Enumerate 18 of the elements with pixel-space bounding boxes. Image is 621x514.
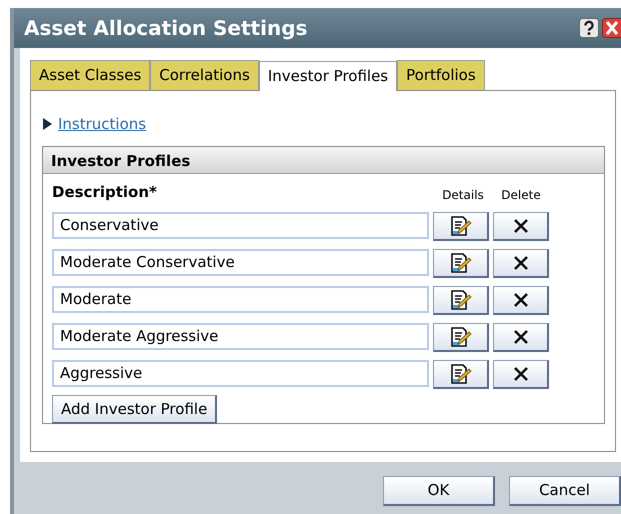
ok-button[interactable]: OK bbox=[383, 476, 495, 506]
description-field[interactable]: Moderate bbox=[52, 286, 429, 312]
description-field[interactable]: Conservative bbox=[52, 212, 429, 238]
description-field[interactable]: Aggressive bbox=[52, 360, 429, 386]
description-label: Description* bbox=[52, 182, 158, 203]
group-title: Investor Profiles bbox=[51, 152, 190, 170]
instructions-link[interactable]: Instructions bbox=[58, 113, 146, 136]
description-field[interactable]: Moderate Conservative bbox=[52, 248, 429, 276]
add-investor-profile-button[interactable]: Add Investor Profile bbox=[52, 394, 218, 424]
tab[interactable]: Correlations bbox=[150, 60, 259, 90]
window-title: Asset Allocation Settings bbox=[24, 15, 308, 42]
cancel-button[interactable]: Cancel bbox=[509, 476, 621, 506]
tab[interactable]: Portfolios bbox=[397, 60, 485, 90]
tab[interactable]: Asset Classes bbox=[30, 60, 150, 90]
details-label: Details bbox=[441, 186, 485, 204]
description-field[interactable]: Moderate Aggressive bbox=[52, 322, 429, 350]
delete-label: Delete bbox=[500, 186, 542, 204]
tab[interactable]: Investor Profiles bbox=[258, 61, 398, 91]
